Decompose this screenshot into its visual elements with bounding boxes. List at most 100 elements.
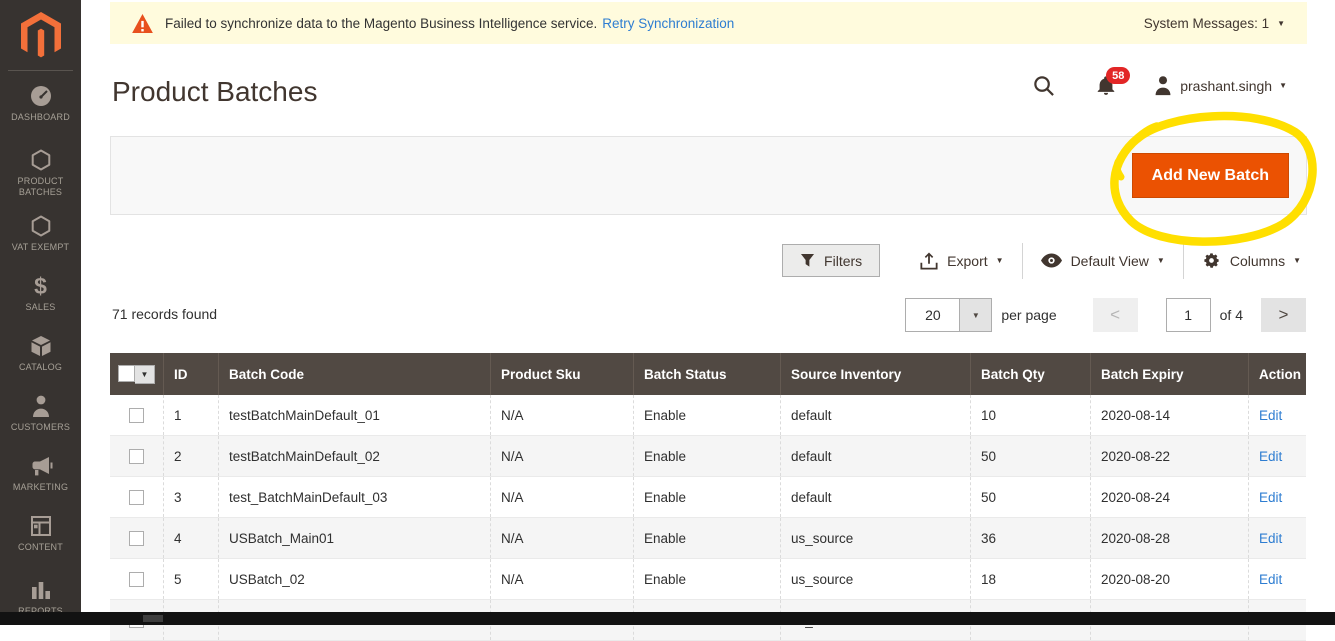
- notifications-button[interactable]: 58: [1095, 74, 1117, 97]
- table-row: 1 testBatchMainDefault_01 N/A Enable def…: [110, 395, 1306, 436]
- cell-batch-qty: 36: [970, 518, 1090, 558]
- funnel-icon: [800, 253, 824, 268]
- per-page-dropdown-button[interactable]: ▼: [959, 298, 992, 332]
- edit-link[interactable]: Edit: [1259, 490, 1282, 505]
- export-icon: [920, 252, 947, 270]
- column-header-batch-expiry[interactable]: Batch Expiry: [1090, 353, 1248, 395]
- retry-synchronization-link[interactable]: Retry Synchronization: [602, 16, 734, 31]
- cell-batch-expiry: 2020-08-22: [1090, 436, 1248, 476]
- cell-source-inventory: default: [780, 436, 970, 476]
- row-checkbox[interactable]: [129, 531, 144, 546]
- sidebar-item-label: SALES: [0, 302, 81, 313]
- sidebar-item-label: CATALOG: [0, 362, 81, 373]
- select-all-dropdown[interactable]: ▼: [118, 365, 155, 384]
- column-header-batch-qty[interactable]: Batch Qty: [970, 353, 1090, 395]
- person-icon: [0, 394, 81, 418]
- table-row: 2 testBatchMainDefault_02 N/A Enable def…: [110, 436, 1306, 477]
- column-header-batch-code[interactable]: Batch Code: [218, 353, 490, 395]
- cell-batch-expiry: 2020-08-28: [1090, 518, 1248, 558]
- select-all-caret-button[interactable]: ▼: [135, 365, 155, 384]
- horizontal-scrollbar[interactable]: [0, 612, 1335, 625]
- add-new-batch-button[interactable]: Add New Batch: [1132, 153, 1289, 198]
- current-page-input[interactable]: 1: [1166, 298, 1211, 332]
- per-page-select[interactable]: 20 ▼: [905, 298, 992, 332]
- main-content: Failed to synchronize data to the Magent…: [81, 0, 1335, 625]
- row-checkbox-cell: [110, 395, 163, 435]
- cell-action: Edit: [1248, 518, 1306, 558]
- row-checkbox[interactable]: [129, 449, 144, 464]
- sidebar-item-marketing[interactable]: MARKETING: [0, 454, 81, 493]
- cell-action: Edit: [1248, 436, 1306, 476]
- sidebar-item-customers[interactable]: CUSTOMERS: [0, 394, 81, 433]
- chevron-down-icon[interactable]: ▼: [1277, 19, 1285, 28]
- previous-page-button[interactable]: <: [1093, 298, 1138, 332]
- layout-icon: [0, 514, 81, 538]
- username: prashant.singh: [1180, 78, 1272, 94]
- edit-link[interactable]: Edit: [1259, 449, 1282, 464]
- warning-triangle-icon: [132, 14, 153, 33]
- sidebar-item-label: PRODUCT BATCHES: [0, 176, 81, 198]
- column-header-action[interactable]: Action: [1248, 353, 1306, 395]
- column-header-id[interactable]: ID: [163, 353, 218, 395]
- system-messages-toggle[interactable]: System Messages: 1: [1144, 16, 1269, 31]
- cell-id: 2: [163, 436, 218, 476]
- filters-button[interactable]: Filters: [782, 244, 880, 277]
- total-pages: of 4: [1220, 307, 1243, 323]
- row-checkbox-cell: [110, 436, 163, 476]
- cell-batch-status: Enable: [633, 436, 780, 476]
- edit-link[interactable]: Edit: [1259, 531, 1282, 546]
- scrollbar-thumb[interactable]: [143, 615, 163, 622]
- select-all-checkbox[interactable]: [118, 365, 135, 382]
- cell-batch-expiry: 2020-08-14: [1090, 395, 1248, 435]
- search-icon[interactable]: [1032, 74, 1055, 97]
- sidebar-item-sales[interactable]: $ SALES: [0, 274, 81, 313]
- bar-chart-icon: [0, 578, 81, 602]
- sidebar-item-dashboard[interactable]: DASHBOARD: [0, 84, 81, 123]
- default-view-button[interactable]: Default View ▼: [1023, 253, 1183, 269]
- banner-message: Failed to synchronize data to the Magent…: [165, 16, 597, 31]
- row-checkbox[interactable]: [129, 572, 144, 587]
- columns-button[interactable]: Columns ▼: [1184, 251, 1307, 270]
- cell-batch-status: Enable: [633, 559, 780, 599]
- column-header-source-inventory[interactable]: Source Inventory: [780, 353, 970, 395]
- cell-source-inventory: default: [780, 477, 970, 517]
- edit-link[interactable]: Edit: [1259, 572, 1282, 587]
- eye-icon: [1041, 253, 1071, 268]
- grid-toolbar: Filters Export ▼ Default View ▼ Columns …: [782, 244, 1307, 277]
- sidebar-item-content[interactable]: CONTENT: [0, 514, 81, 553]
- pagination: 20 ▼ per page < 1 of 4 >: [905, 298, 1306, 332]
- row-checkbox[interactable]: [129, 408, 144, 423]
- column-header-product-sku[interactable]: Product Sku: [490, 353, 633, 395]
- notification-count-badge: 58: [1106, 67, 1130, 84]
- cell-batch-code: USBatch_Main01: [218, 518, 490, 558]
- cell-id: 3: [163, 477, 218, 517]
- row-checkbox[interactable]: [129, 490, 144, 505]
- box-icon: [0, 334, 81, 358]
- export-button[interactable]: Export ▼: [902, 252, 1021, 270]
- cell-batch-expiry: 2020-08-24: [1090, 477, 1248, 517]
- cell-source-inventory: us_source: [780, 518, 970, 558]
- sidebar-item-catalog[interactable]: CATALOG: [0, 334, 81, 373]
- cell-batch-qty: 10: [970, 395, 1090, 435]
- column-header-batch-status[interactable]: Batch Status: [633, 353, 780, 395]
- sidebar-item-product-batches[interactable]: PRODUCT BATCHES: [0, 148, 81, 198]
- user-silhouette-icon: [1153, 75, 1173, 96]
- sidebar-item-vat-exempt[interactable]: VAT EXEMPT: [0, 214, 81, 253]
- per-page-label: per page: [1001, 307, 1056, 323]
- next-page-button[interactable]: >: [1261, 298, 1306, 332]
- cell-product-sku: N/A: [490, 436, 633, 476]
- chevron-down-icon: ▼: [996, 256, 1004, 265]
- chevron-down-icon: ▼: [1157, 256, 1165, 265]
- account-menu[interactable]: prashant.singh ▼: [1153, 75, 1287, 96]
- magento-logo[interactable]: [0, 10, 81, 65]
- dollar-icon: $: [0, 274, 81, 298]
- cell-product-sku: N/A: [490, 518, 633, 558]
- table-body: 1 testBatchMainDefault_01 N/A Enable def…: [110, 395, 1306, 641]
- cell-batch-status: Enable: [633, 518, 780, 558]
- cell-action: Edit: [1248, 477, 1306, 517]
- table-header-row: ▼ ID Batch Code Product Sku Batch Status…: [110, 353, 1306, 395]
- cell-id: 4: [163, 518, 218, 558]
- cell-action: Edit: [1248, 395, 1306, 435]
- edit-link[interactable]: Edit: [1259, 408, 1282, 423]
- header-actions: 58 prashant.singh ▼: [1032, 74, 1287, 97]
